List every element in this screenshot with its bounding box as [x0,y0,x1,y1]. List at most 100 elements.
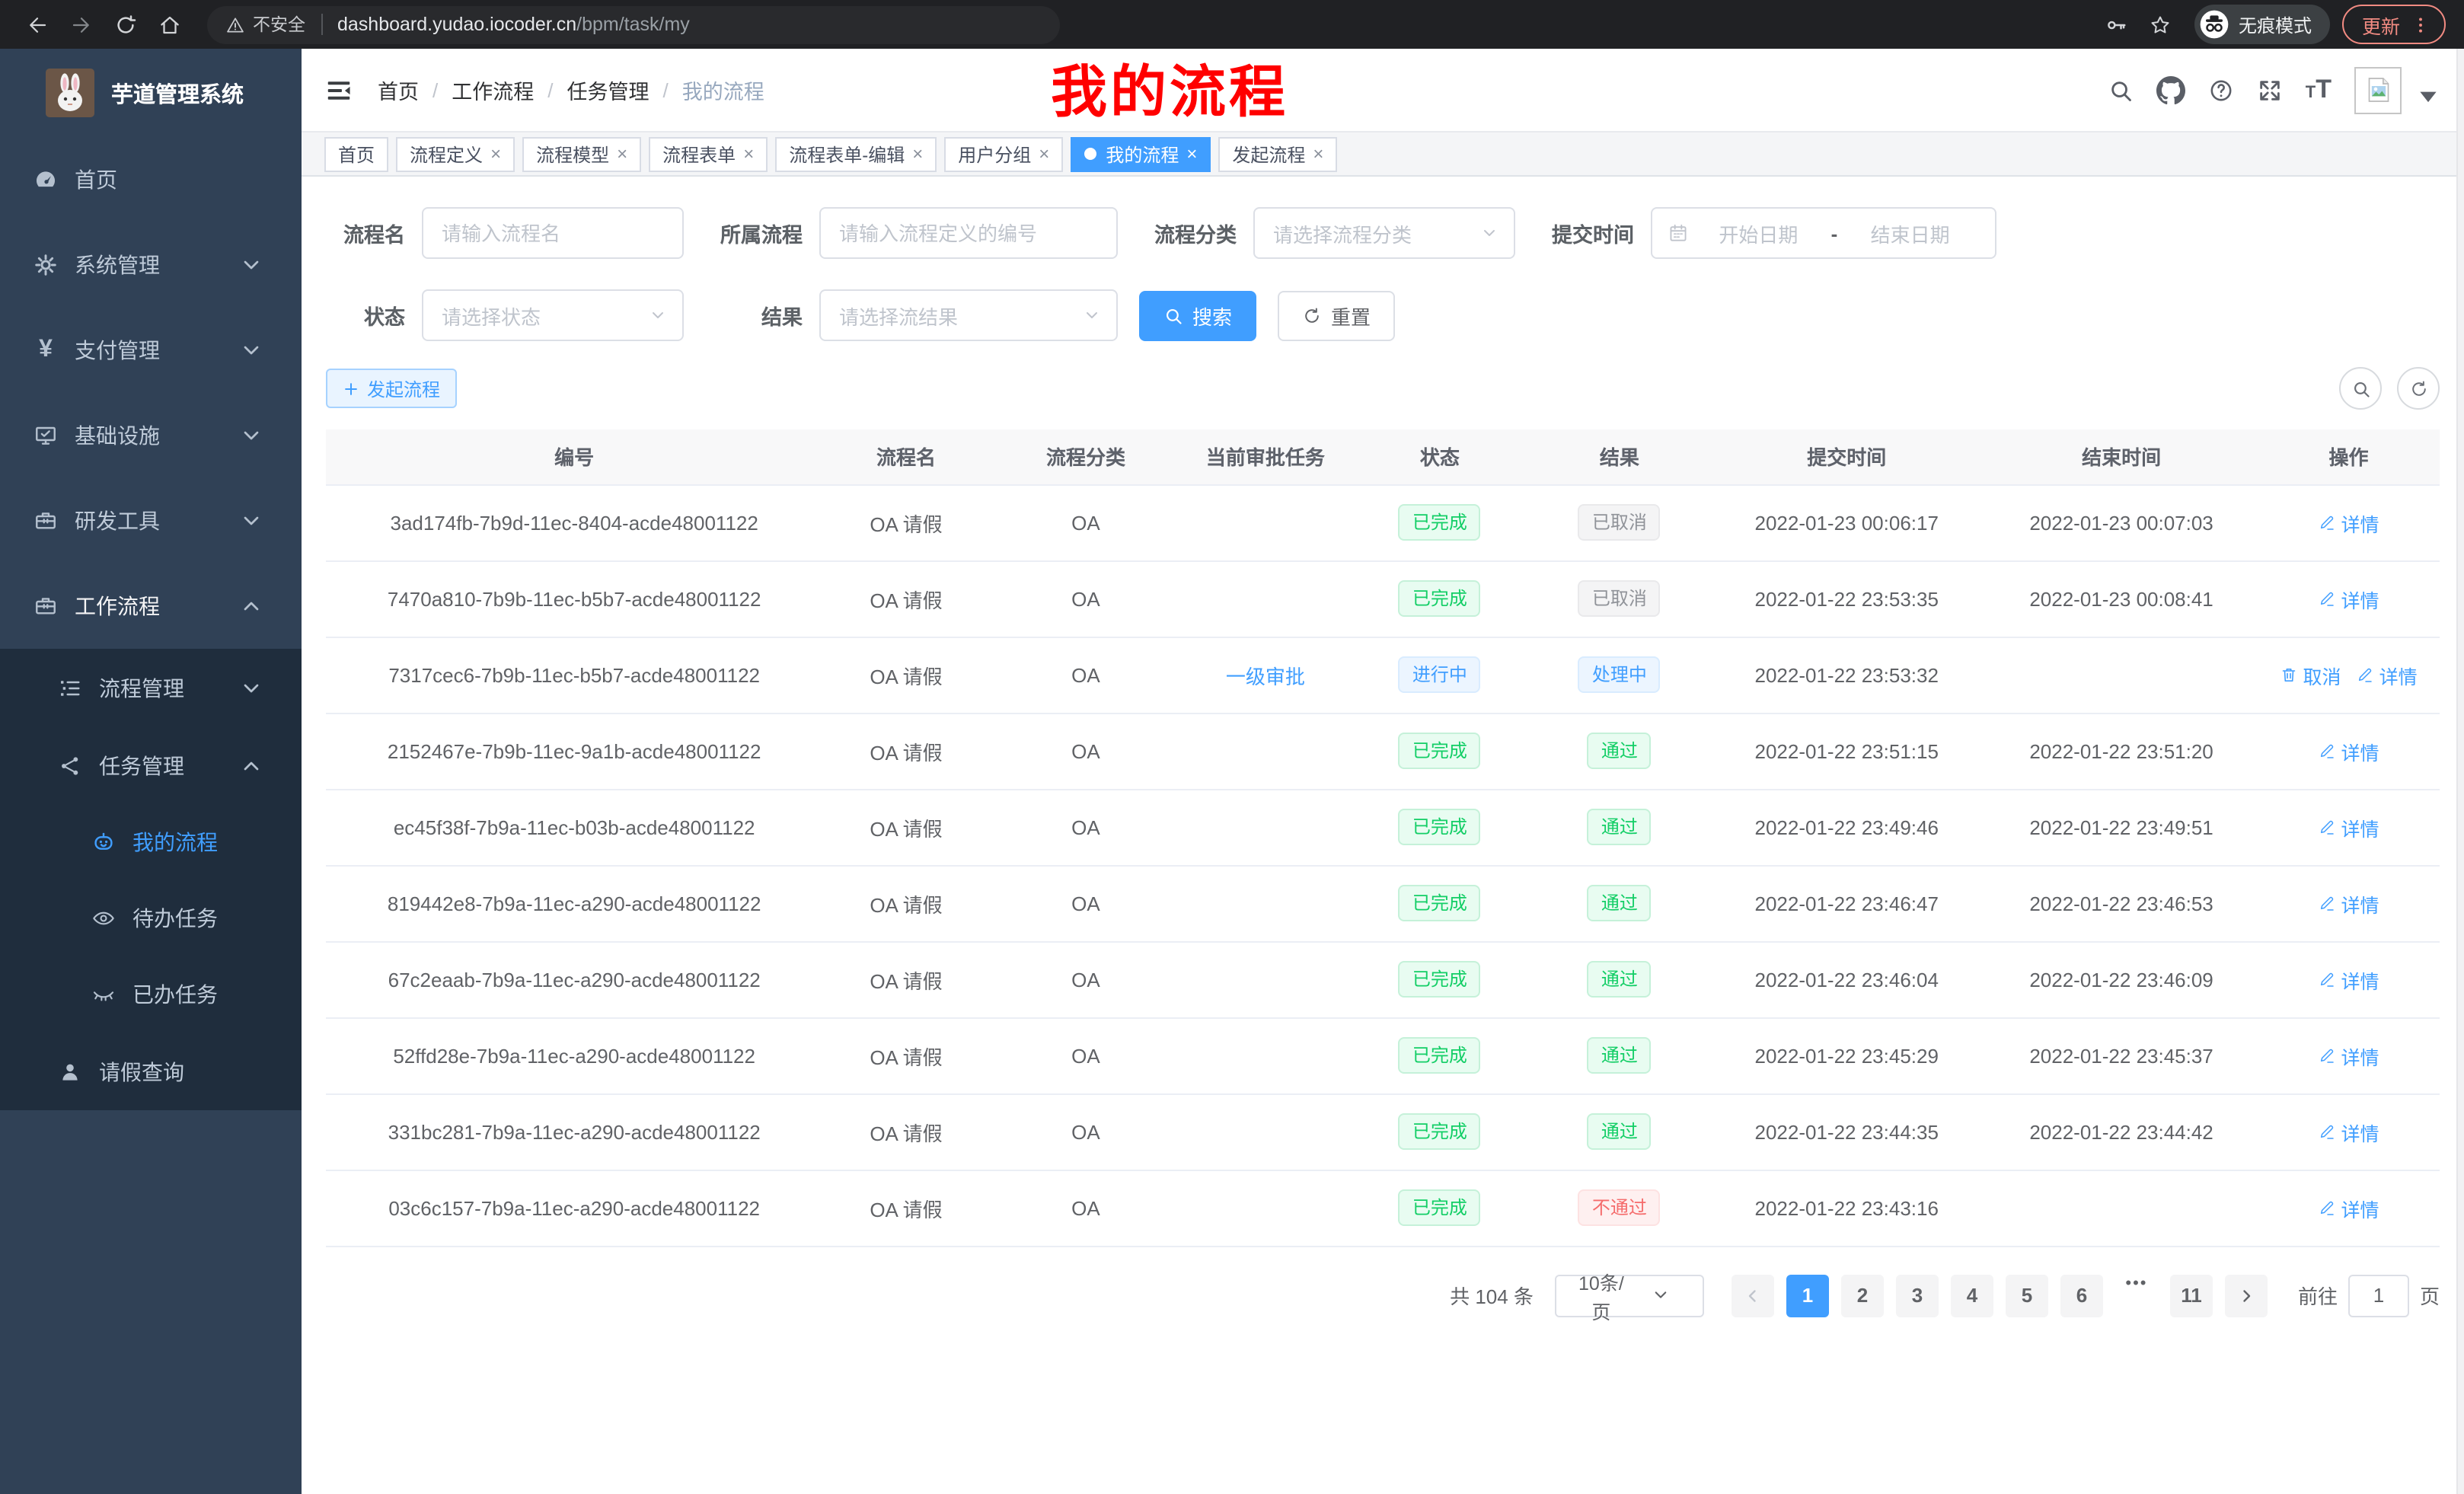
cell-end-time: 2022-01-22 23:46:53 [1985,865,2258,941]
page-button[interactable]: 4 [1951,1274,1993,1317]
close-icon[interactable]: × [1039,143,1049,164]
detail-link[interactable]: 详情 [2319,1193,2379,1222]
home-icon[interactable] [158,13,181,36]
page-button[interactable]: 1 [1786,1274,1829,1317]
process-definition-input[interactable] [819,207,1118,259]
detail-link[interactable]: 详情 [2319,1041,2379,1070]
close-icon[interactable]: × [1313,143,1323,164]
search-icon[interactable] [2108,77,2134,103]
github-icon[interactable] [2156,75,2185,104]
more-pages-icon[interactable]: ••• [2115,1274,2158,1317]
tab-chip[interactable]: 流程表单× [649,136,768,171]
detail-link[interactable]: 详情 [2319,889,2379,918]
address-bar[interactable]: 不安全 dashboard.yudao.iocoder.cn /bpm/task… [207,5,1060,43]
result-select[interactable]: 请选择流结果 [819,289,1118,341]
start-date-placeholder[interactable]: 开始日期 [1689,219,1828,247]
back-icon[interactable] [26,13,49,36]
password-key-icon[interactable] [2105,13,2127,36]
chevron-down-icon [239,675,263,700]
process-name-input[interactable] [422,207,684,259]
prev-page-button[interactable] [1732,1274,1774,1317]
sidebar-item[interactable]: ¥支付管理 [0,308,302,393]
close-icon[interactable]: × [617,143,627,164]
reload-icon[interactable] [114,13,137,36]
sidebar-item[interactable]: 我的流程 [0,804,302,880]
cell-category: OA [990,865,1183,941]
category-select[interactable]: 请选择流程分类 [1253,207,1515,259]
create-process-button[interactable]: 发起流程 [326,369,457,408]
current-task-link[interactable]: 一级审批 [1226,665,1305,688]
menu-dots-icon[interactable] [2411,14,2430,34]
sidebar-item[interactable]: 已办任务 [0,956,302,1033]
app-title: 芋道管理系统 [111,77,244,109]
help-icon[interactable] [2208,77,2234,103]
toggle-search-button[interactable] [2339,367,2382,410]
avatar[interactable] [2354,66,2402,113]
detail-link[interactable]: 详情 [2319,812,2379,841]
cancel-link[interactable]: 取消 [2280,660,2341,689]
close-icon[interactable]: × [912,143,923,164]
page-button[interactable]: 6 [2060,1274,2103,1317]
caret-down-icon[interactable] [2415,83,2441,109]
security-chip[interactable]: 不安全 [225,12,305,37]
detail-link[interactable]: 详情 [2319,736,2379,765]
breadcrumb-workflow[interactable]: 工作流程 [452,75,534,105]
sidebar-item[interactable]: 任务管理 [0,726,302,804]
detail-link[interactable]: 详情 [2319,965,2379,994]
edit-icon [2319,1199,2337,1217]
refresh-table-button[interactable] [2397,367,2440,410]
font-size-icon[interactable]: TT [2306,75,2332,104]
detail-link[interactable]: 详情 [2319,1117,2379,1146]
tab-chip[interactable]: 流程模型× [522,136,641,171]
sidebar-item[interactable]: 研发工具 [0,478,302,563]
page-button[interactable]: 2 [1841,1274,1884,1317]
sidebar-fold-icon[interactable] [324,75,353,104]
status-select[interactable]: 请选择状态 [422,289,684,341]
update-button[interactable]: 更新 [2342,5,2446,44]
page-button[interactable]: 5 [2006,1274,2048,1317]
page-scrollbar[interactable] [2456,49,2464,1494]
sidebar-item[interactable]: 待办任务 [0,880,302,956]
tab-chip[interactable]: 我的流程× [1071,136,1211,171]
cell-current-task [1182,865,1348,941]
tab-chip[interactable]: 流程定义× [396,136,515,171]
tab-chip[interactable]: 发起流程× [1218,136,1337,171]
sidebar-item[interactable]: 基础设施 [0,393,302,478]
bookmark-star-icon[interactable] [2149,13,2172,36]
tab-chip[interactable]: 首页 [324,136,388,171]
tab-chip[interactable]: 用户分组× [944,136,1063,171]
search-button[interactable]: 搜索 [1139,290,1256,340]
page-size-select[interactable]: 10条/页 [1555,1274,1704,1317]
detail-link[interactable]: 详情 [2357,660,2418,689]
fullscreen-icon[interactable] [2257,77,2283,103]
yen-icon: ¥ [34,338,58,362]
close-icon[interactable]: × [490,143,501,164]
goto-page-input[interactable] [2348,1274,2409,1317]
refresh-icon [2408,378,2428,398]
sidebar-item[interactable]: 系统管理 [0,222,302,308]
forward-icon[interactable] [70,13,93,36]
app-logo[interactable]: 芋道管理系统 [0,49,302,137]
end-date-placeholder[interactable]: 结束日期 [1840,219,1980,247]
detail-link[interactable]: 详情 [2319,584,2379,613]
breadcrumb-home[interactable]: 首页 [378,75,419,105]
tab-chip[interactable]: 流程表单-编辑× [775,136,937,171]
detail-link[interactable]: 详情 [2319,508,2379,537]
next-page-button[interactable] [2225,1274,2268,1317]
page-button[interactable]: 3 [1896,1274,1939,1317]
cell-actions: 详情 [2258,713,2440,789]
sidebar-item[interactable]: 首页 [0,137,302,222]
result-badge: 处理中 [1578,656,1661,693]
close-icon[interactable]: × [1186,143,1197,164]
sidebar-item[interactable]: 请假查询 [0,1033,302,1110]
close-icon[interactable]: × [743,143,754,164]
sidebar-item[interactable]: 流程管理 [0,649,302,726]
sidebar-item[interactable]: 工作流程 [0,563,302,649]
cell-id: 819442e8-7b9a-11ec-a290-acde48001122 [326,865,822,941]
incognito-icon [2199,9,2229,40]
reset-button[interactable]: 重置 [1278,290,1395,340]
submit-time-range[interactable]: 开始日期 - 结束日期 [1651,207,1996,259]
address-divider [321,14,322,35]
breadcrumb-task-mgmt[interactable]: 任务管理 [567,75,650,105]
page-button[interactable]: 11 [2170,1274,2213,1317]
